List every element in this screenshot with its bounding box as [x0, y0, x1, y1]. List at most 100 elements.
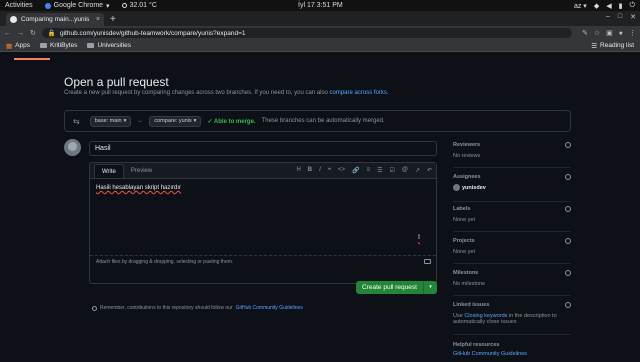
forward-icon[interactable]: → — [17, 30, 24, 37]
lock-icon: 🔒 — [47, 30, 56, 37]
compare-branch-select[interactable]: compare: yunis ▾ — [149, 115, 202, 127]
menu-icon[interactable]: ⋮ — [629, 29, 636, 37]
milestone-value: No milestone — [453, 281, 486, 287]
extensions-icon[interactable]: ▣ — [606, 29, 613, 37]
url-bar[interactable]: 🔒 github.com/yunisdev/github-teamwork/co… — [41, 28, 572, 38]
pr-body-textarea[interactable]: Hasili hesablayan skript hazırdır Ι — [90, 179, 436, 255]
activities-button[interactable]: Activities — [5, 2, 33, 9]
milestone-heading: Milestone — [453, 270, 479, 276]
file-attach-area[interactable]: Attach files by dragging & dropping, sel… — [90, 255, 436, 267]
saved-reply-icon[interactable]: ↶ — [427, 167, 432, 174]
assignee[interactable]: yunisdev — [453, 184, 571, 191]
bookmark-universities[interactable]: Universities — [87, 42, 131, 49]
close-window-icon[interactable]: ✕ — [630, 13, 636, 21]
bookmark-star-icon[interactable]: ☆ — [594, 29, 600, 37]
compare-forks-link[interactable]: compare across forks — [330, 90, 387, 96]
pr-body-editor: Write Preview H B I ❝ <> 🔗 ≡ ☰ ☑ @ ↗ ↶ H… — [89, 162, 437, 284]
info-icon[interactable] — [565, 302, 571, 308]
base-branch-select[interactable]: base: main ▾ — [89, 115, 132, 127]
pr-title-input[interactable]: Hasil — [89, 141, 437, 156]
minimize-icon[interactable]: – — [606, 13, 610, 21]
edit-pen-icon[interactable]: ✎ — [582, 29, 588, 37]
reading-list-icon: ☰ — [591, 42, 598, 50]
tab-write[interactable]: Write — [94, 164, 124, 178]
projects-section[interactable]: Projects None yet — [453, 238, 571, 264]
gear-icon[interactable] — [565, 270, 571, 276]
gear-icon[interactable] — [565, 142, 571, 148]
linked-issues-section: Linked issues Use Closing keywords in th… — [453, 302, 571, 335]
compare-bar: ⇆ base: main ▾ ← compare: yunis ▾ ✓ Able t… — [64, 110, 571, 132]
italic-icon[interactable]: I — [319, 167, 321, 174]
guidelines-link[interactable]: GitHub Community Guidelines — [236, 305, 303, 311]
helpful-resources-section: Helpful resources GitHub Community Guide… — [453, 342, 571, 362]
heading-icon[interactable]: H — [296, 167, 300, 174]
text-cursor-icon: Ι — [418, 234, 420, 241]
profile-icon[interactable]: ● — [619, 30, 623, 37]
chevron-down-icon[interactable]: ▾ — [423, 281, 437, 294]
bold-icon[interactable]: B — [308, 167, 312, 174]
unordered-list-icon[interactable]: ≡ — [367, 167, 371, 174]
link-icon[interactable]: 🔗 — [352, 167, 359, 174]
labels-heading: Labels — [453, 206, 471, 212]
github-icon — [10, 16, 17, 23]
quote-icon[interactable]: ❝ — [328, 167, 331, 174]
labels-section[interactable]: Labels None yet — [453, 206, 571, 232]
ordered-list-icon[interactable]: ☰ — [377, 167, 382, 174]
folder-icon — [39, 43, 47, 48]
task-list-icon[interactable]: ☑ — [389, 167, 394, 174]
avatar[interactable] — [64, 139, 81, 156]
url-text: github.com/yunisdev/github-teamwork/comp… — [59, 29, 246, 37]
power-menu-icon[interactable]: ⏻ — [629, 2, 635, 10]
reading-list-label: Reading list — [600, 42, 634, 49]
new-tab-button[interactable]: + — [110, 13, 116, 26]
labels-value: None yet — [453, 217, 476, 223]
tab-strip: Comparing main...yunis × + – □ ✕ — [0, 11, 640, 26]
reading-list-button[interactable]: ☰ Reading list — [591, 42, 634, 50]
gear-icon[interactable] — [565, 206, 571, 212]
gear-icon[interactable] — [565, 174, 571, 180]
assignee-name: yunisdev — [462, 184, 486, 191]
community-guidelines-link[interactable]: GitHub Community Guidelines — [453, 351, 527, 357]
info-icon — [92, 305, 97, 311]
back-icon[interactable]: ← — [4, 30, 11, 37]
app-menu[interactable]: Google Chrome ▾ — [44, 2, 110, 10]
reviewers-section[interactable]: Reviewers No reviews — [453, 142, 571, 168]
volume-icon[interactable]: ◀ — [606, 2, 611, 10]
chevron-down-icon: ▾ — [123, 118, 127, 124]
mention-icon[interactable]: @ — [402, 167, 408, 174]
bookmark-kritibytes[interactable]: KritiBytes — [39, 42, 78, 49]
attach-text: Attach files by dragging & dropping, sel… — [96, 259, 234, 265]
markdown-toolbar: H B I ❝ <> 🔗 ≡ ☰ ☑ @ ↗ ↶ — [296, 167, 432, 174]
network-icon[interactable]: ◆ — [594, 2, 599, 10]
keyboard-layout[interactable]: az ▾ — [574, 2, 587, 10]
clock[interactable]: İyl 17 3:51 PM — [298, 2, 343, 9]
markdown-icon[interactable] — [424, 259, 431, 264]
compare-arrows-icon: ⇆ — [73, 116, 80, 126]
window-controls: – □ ✕ — [606, 13, 636, 21]
tab-preview[interactable]: Preview — [124, 164, 159, 178]
bookmark-apps[interactable]: ▦ Apps — [6, 42, 30, 50]
gear-icon[interactable] — [565, 238, 571, 244]
browser-tab[interactable]: Comparing main...yunis × — [6, 13, 104, 26]
chrome-icon — [44, 2, 51, 9]
assignees-section[interactable]: Assignees yunisdev — [453, 174, 571, 202]
close-icon[interactable]: × — [96, 16, 100, 23]
linked-issues-heading: Linked issues — [453, 302, 490, 308]
keyboard-layout-label: az — [573, 2, 582, 10]
projects-value: None yet — [453, 249, 476, 255]
code-icon[interactable]: <> — [338, 167, 345, 174]
battery-icon[interactable]: ▮ — [619, 2, 623, 10]
milestone-section[interactable]: Milestone No milestone — [453, 270, 571, 296]
guidelines-notice: Remember, contributions to this reposito… — [92, 305, 303, 311]
page-description: Create a new pull request by comparing c… — [64, 90, 389, 96]
chevron-down-icon: ▾ — [583, 2, 587, 10]
os-top-bar: Activities Google Chrome ▾ 32.01 °C İyl 1… — [0, 0, 640, 11]
reload-icon[interactable]: ↻ — [30, 29, 36, 37]
temperature-value: 32.01 °C — [129, 2, 157, 9]
reference-icon[interactable]: ↗ — [415, 167, 420, 174]
reviewers-value: No reviews — [453, 153, 481, 159]
maximize-icon[interactable]: □ — [618, 13, 622, 21]
temperature-indicator[interactable]: 32.01 °C — [121, 2, 157, 9]
bookmark-label: KritiBytes — [49, 42, 78, 49]
create-pull-request-button[interactable]: Create pull request ▾ — [356, 281, 437, 294]
